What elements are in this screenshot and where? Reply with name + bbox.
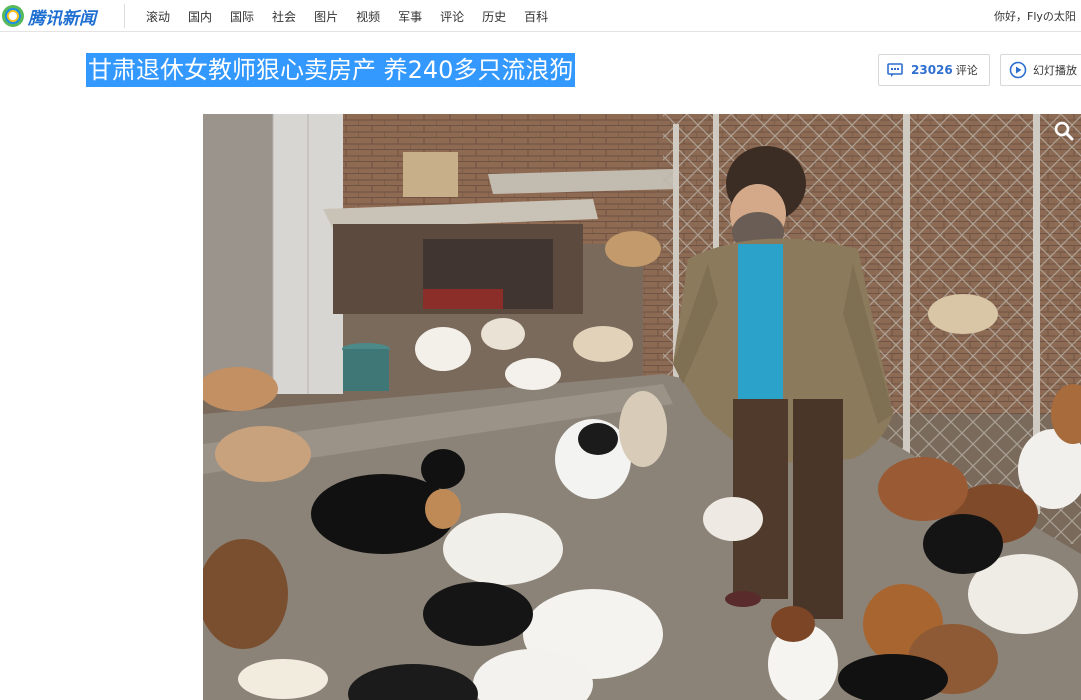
article-title: 甘肃退休女教师狠心卖房产 养240多只流浪狗 <box>86 53 576 87</box>
article-photo[interactable] <box>203 114 1081 700</box>
channel-nav: 滚动 国内 国际 社会 图片 视频 军事 评论 历史 百科 <box>146 0 566 32</box>
nav-item-encyclopedia[interactable]: 百科 <box>524 8 548 25</box>
site-logo[interactable]: 腾讯新闻 <box>2 4 96 29</box>
logo-text: 腾讯新闻 <box>28 8 96 29</box>
user-greeting[interactable]: 你好，Flyの太阳 <box>994 8 1076 24</box>
magnifier-icon[interactable] <box>1053 120 1075 142</box>
nav-item-history[interactable]: 历史 <box>482 8 506 25</box>
nav-item-commentary[interactable]: 评论 <box>440 8 464 25</box>
top-navigation-bar: 腾讯新闻 滚动 国内 国际 社会 图片 视频 军事 评论 历史 百科 你好，Fl… <box>0 0 1081 32</box>
comment-icon <box>887 62 903 78</box>
nav-item-domestic[interactable]: 国内 <box>188 8 212 25</box>
tencent-news-logo-icon <box>2 5 24 27</box>
dogs-yard-photo <box>203 114 1081 700</box>
nav-item-military[interactable]: 军事 <box>398 8 422 25</box>
slideshow-button[interactable]: 幻灯播放 <box>1000 54 1081 86</box>
nav-item-video[interactable]: 视频 <box>356 8 380 25</box>
comment-label: 评论 <box>955 64 978 77</box>
comment-button[interactable]: 23026 评论 <box>878 54 990 86</box>
nav-item-international[interactable]: 国际 <box>230 8 254 25</box>
nav-item-scroll[interactable]: 滚动 <box>146 8 170 25</box>
play-circle-icon <box>1009 61 1027 79</box>
nav-item-society[interactable]: 社会 <box>272 8 296 25</box>
nav-item-pictures[interactable]: 图片 <box>314 8 338 25</box>
comment-count: 23026 <box>911 63 953 77</box>
slideshow-label: 幻灯播放 <box>1033 64 1077 77</box>
nav-divider <box>124 4 125 28</box>
